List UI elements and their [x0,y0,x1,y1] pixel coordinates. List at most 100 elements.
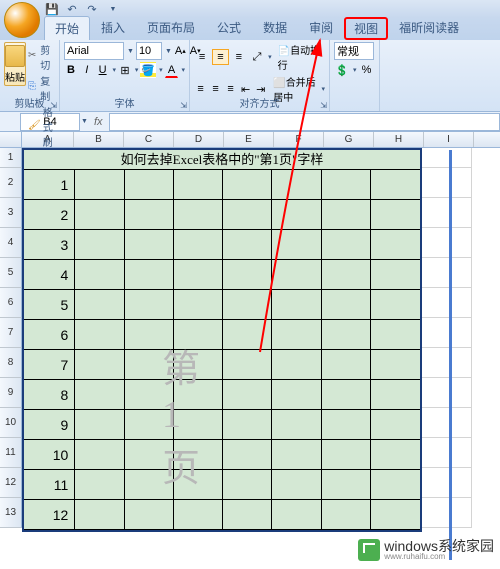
row-header[interactable]: 10 [0,408,22,438]
cell[interactable] [125,500,174,529]
cell[interactable] [174,170,223,199]
cell[interactable] [322,200,371,229]
cell[interactable] [125,410,174,439]
cell[interactable] [75,170,124,199]
expand-icon[interactable]: ⇲ [50,101,57,110]
bold-button[interactable]: B [64,62,78,78]
cell[interactable] [272,260,321,289]
cell[interactable] [422,198,472,228]
italic-button[interactable]: I [80,62,94,78]
tab-home[interactable]: 开始 [44,16,90,40]
cell[interactable] [422,168,472,198]
cell[interactable] [174,200,223,229]
cell[interactable] [223,350,272,379]
column-header[interactable]: G [324,132,374,147]
cell[interactable] [371,440,420,469]
cell[interactable] [272,170,321,199]
column-header[interactable]: D [174,132,224,147]
cell[interactable] [272,290,321,319]
cell[interactable] [322,320,371,349]
cell[interactable] [125,200,174,229]
cell[interactable] [371,290,420,319]
row-header[interactable]: 8 [0,348,22,378]
row-header[interactable]: 11 [0,438,22,468]
cell[interactable] [223,380,272,409]
save-icon[interactable]: 💾 [44,1,60,17]
chevron-down-icon[interactable]: ▾ [181,66,185,74]
cell[interactable] [371,200,420,229]
orientation-button[interactable]: ⤢ [249,49,265,65]
cell[interactable] [174,260,223,289]
cell[interactable] [223,470,272,499]
cell[interactable] [174,500,223,529]
tab-foxit[interactable]: 福昕阅读器 [388,15,470,40]
column-header[interactable]: C [124,132,174,147]
cell[interactable] [272,410,321,439]
cell[interactable] [322,380,371,409]
cell[interactable] [125,230,174,259]
cell[interactable] [422,498,472,528]
cell[interactable] [125,290,174,319]
cell[interactable] [322,440,371,469]
cell[interactable] [174,380,223,409]
cell[interactable] [422,228,472,258]
cell[interactable] [272,500,321,529]
cell[interactable] [125,260,174,289]
column-header[interactable]: F [274,132,324,147]
cell[interactable] [371,410,420,439]
row-header[interactable]: 3 [0,198,22,228]
chevron-down-icon[interactable]: ▼ [127,48,134,55]
chevron-down-icon[interactable]: ▾ [322,85,326,93]
formula-input[interactable] [109,113,500,131]
cell[interactable] [272,470,321,499]
cell[interactable] [174,290,223,319]
font-name-select[interactable] [64,42,124,60]
percent-button[interactable]: % [359,62,375,78]
tab-formulas[interactable]: 公式 [206,15,252,40]
cell[interactable] [223,410,272,439]
cell[interactable] [75,410,124,439]
cell[interactable] [371,350,420,379]
cell[interactable] [422,148,472,168]
increase-font-button[interactable]: A▴ [174,43,187,59]
cell[interactable] [125,440,174,469]
cell[interactable] [125,320,174,349]
cell[interactable] [322,260,371,289]
cell[interactable] [75,290,124,319]
row-header[interactable]: 5 [0,258,22,288]
cell[interactable] [223,260,272,289]
row-header[interactable]: 6 [0,288,22,318]
column-header[interactable]: H [374,132,424,147]
cell[interactable] [422,438,472,468]
cell[interactable] [422,318,472,348]
row-header[interactable]: 4 [0,228,22,258]
cell[interactable] [371,230,420,259]
cell[interactable] [125,380,174,409]
chevron-down-icon[interactable]: ▾ [159,66,163,74]
cell[interactable] [223,500,272,529]
cell[interactable] [75,380,124,409]
cell[interactable] [223,200,272,229]
tab-pagelayout[interactable]: 页面布局 [136,15,206,40]
tab-data[interactable]: 数据 [252,15,298,40]
cell[interactable] [422,288,472,318]
expand-icon[interactable]: ⇲ [180,101,187,110]
cell[interactable] [223,230,272,259]
cell[interactable] [75,260,124,289]
tab-review[interactable]: 审阅 [298,15,344,40]
cell[interactable] [322,290,371,319]
cell[interactable] [75,350,124,379]
cut-button[interactable]: ✂剪切 [28,42,55,72]
align-bottom-button[interactable]: ≡ [231,49,247,65]
cell[interactable] [322,350,371,379]
cell[interactable] [223,290,272,319]
row-header[interactable]: 2 [0,168,22,198]
cell[interactable] [322,500,371,529]
cell[interactable] [75,500,124,529]
cell[interactable] [75,230,124,259]
cell[interactable] [75,440,124,469]
format-painter-button[interactable]: 🖌格式刷 [28,104,55,149]
row-header[interactable]: 13 [0,498,22,528]
cell[interactable] [174,410,223,439]
column-header[interactable]: E [224,132,274,147]
